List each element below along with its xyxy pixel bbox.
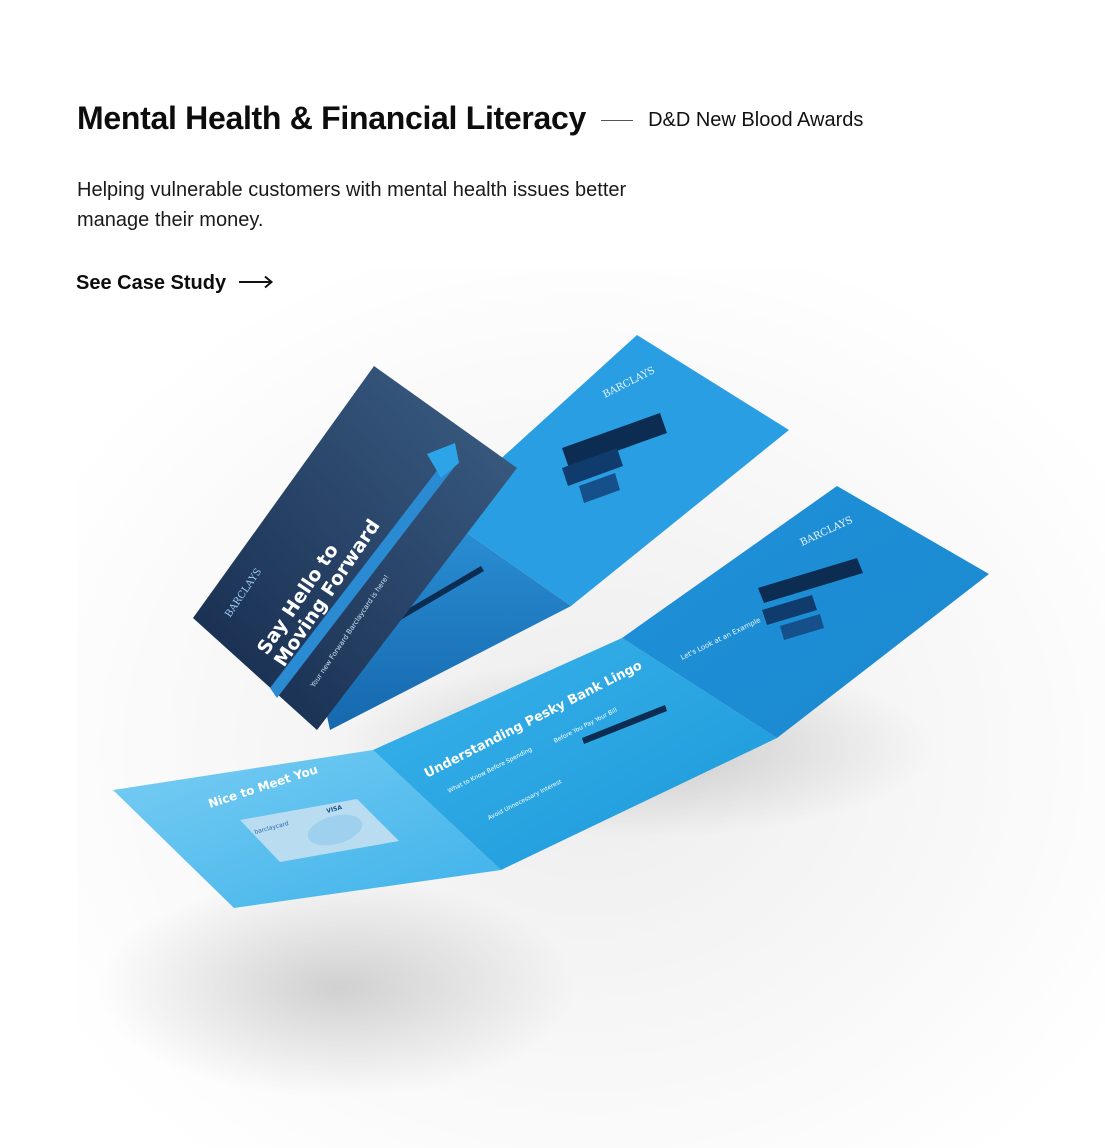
arrow-right-icon [238,272,274,295]
drop-shadow [97,878,577,1098]
case-study-label: See Case Study [76,272,227,294]
see-case-study-link[interactable]: See Case Study [76,272,274,295]
title-divider [601,120,634,121]
project-description: Helping vulnerable customers with mental… [77,179,627,231]
project-header: Mental Health & Financial Literacy D&D N… [77,100,863,137]
brochure-mockup-image: BARCLAYS Say Hello to Moving Forward You… [77,268,1105,1148]
award-label: D&D New Blood Awards [648,109,864,131]
project-title: Mental Health & Financial Literacy [77,100,587,136]
